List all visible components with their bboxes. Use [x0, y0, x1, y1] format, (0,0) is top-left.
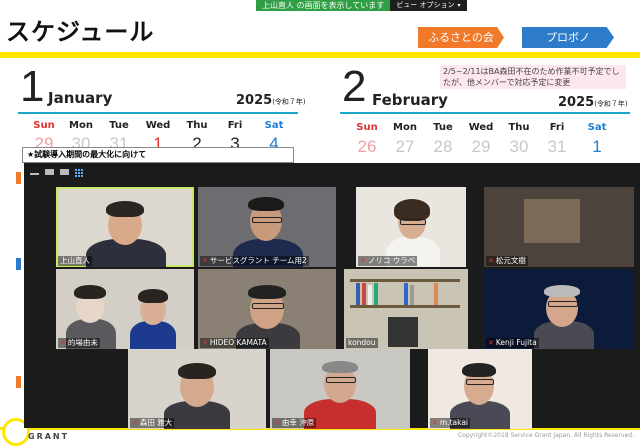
participant-name: 上山直人: [58, 256, 92, 266]
participant-name: ✕ ノリコ ウラベ: [358, 256, 418, 266]
dow-tue: Tue: [433, 122, 453, 133]
video-tile[interactable]: ✕ 的場由未: [56, 269, 194, 349]
participant-name: ✕ 的場由未: [58, 338, 100, 348]
calendar-day: 29: [471, 137, 491, 156]
dow-mon: Mon: [393, 122, 417, 133]
dow-wed: Wed: [468, 122, 494, 133]
calendar-day: 28: [433, 137, 453, 156]
screen-share-bar: 上山直人 の画面を表示しています ビュー オプション ▾: [256, 0, 467, 11]
mic-muted-icon: ✕: [132, 419, 138, 427]
calendar-day: 27: [395, 137, 415, 156]
dow-sat: Sat: [264, 120, 284, 131]
calendar-jan-year: 2025(令和７年): [236, 93, 306, 108]
mic-muted-icon: ✕: [274, 419, 280, 427]
participant-name: ✕ 由幸 沖原: [272, 418, 317, 428]
participant-name: kondou: [346, 338, 378, 348]
calendar-day: 30: [509, 137, 529, 156]
trial-period-heading: ★試験導入期間の最大化に向けて: [22, 147, 294, 163]
calendar-jan-month: January: [48, 89, 113, 107]
view-mode-toolbar: [30, 169, 84, 178]
schedule-notice: 2/5~2/11はBA森田不在のため作業不可予定でしたが、他メンバーで対応予定に…: [440, 65, 626, 89]
badge-furusato: ふるさとの会: [418, 27, 504, 48]
dow-sat: Sat: [587, 122, 607, 133]
video-tile[interactable]: ✕ HIDEO KAMATA: [198, 269, 336, 349]
mic-muted-icon: ✕: [488, 257, 494, 265]
video-gallery: 上山直人 ✕ サービスグラント チーム用2 ✕ ノリコ ウラベ ✕ 松元文樹 ✕ 的場由…: [24, 163, 640, 429]
calendar-day: 26: [357, 137, 377, 156]
mic-muted-icon: ✕: [202, 257, 208, 265]
calendar-feb-month: February: [372, 91, 448, 109]
video-tile[interactable]: kondou: [344, 269, 468, 349]
participant-name: ✕ m.takai: [430, 418, 470, 428]
speaker-view-icon[interactable]: [60, 169, 69, 175]
calendar-feb-rule: [340, 112, 630, 114]
participant-name: ✕ HIDEO KAMATA: [200, 338, 269, 348]
dow-sun: Sun: [33, 120, 55, 131]
chevron-down-icon: ▾: [457, 2, 461, 9]
calendar-feb-year: 2025(令和７年): [558, 95, 628, 110]
gantt-marker: [16, 376, 21, 388]
dow-tue: Tue: [109, 120, 129, 131]
participant-name: ✕ サービスグラント チーム用2: [200, 256, 309, 266]
slide-title: スケジュール: [6, 18, 155, 46]
calendar-jan-number: 1: [20, 62, 45, 111]
mic-muted-icon: ✕: [488, 339, 494, 347]
video-tile[interactable]: ✕ 松元文樹: [484, 187, 634, 267]
mic-muted-icon: ✕: [360, 257, 366, 265]
video-tile[interactable]: ✕ 森田 雅大: [128, 349, 266, 429]
video-tile[interactable]: ✕ Kenji Fujita: [484, 269, 634, 349]
dow-sun: Sun: [356, 122, 378, 133]
video-tile[interactable]: ✕ m.takai: [428, 349, 532, 429]
video-tile[interactable]: ✕ 由幸 沖原: [270, 349, 410, 429]
video-tile[interactable]: ✕ サービスグラント チーム用2: [198, 187, 336, 267]
mic-muted-icon: ✕: [202, 339, 208, 347]
video-tile[interactable]: 上山直人: [56, 187, 194, 267]
thumbnail-view-icon[interactable]: [45, 169, 54, 175]
dow-thu: Thu: [508, 122, 530, 133]
calendar-day: 31: [547, 137, 567, 156]
video-tile[interactable]: ✕ ノリコ ウラベ: [356, 187, 466, 267]
view-options-button[interactable]: ビュー オプション ▾: [390, 0, 467, 11]
dow-thu: Thu: [186, 120, 208, 131]
mic-muted-icon: ✕: [60, 339, 66, 347]
dow-wed: Wed: [145, 120, 171, 131]
share-status-label: 上山直人 の画面を表示しています: [256, 0, 391, 11]
calendar-jan-rule: [18, 112, 298, 114]
mic-muted-icon: ✕: [432, 419, 438, 427]
minimize-view-icon[interactable]: [30, 173, 39, 175]
participant-name: ✕ 森田 雅大: [130, 418, 175, 428]
gallery-view-icon[interactable]: [75, 169, 84, 178]
copyright-text: Copyright©2019 Service Grant Japan. All …: [458, 432, 634, 439]
participant-name: ✕ Kenji Fujita: [486, 338, 539, 348]
dow-fri: Fri: [227, 120, 243, 131]
gantt-marker: [16, 258, 21, 270]
slide-footer: GRANT Copyright©2019 Service Grant Japan…: [0, 418, 640, 446]
calendar-day: 1: [592, 137, 602, 156]
gantt-marker: [16, 172, 21, 184]
badge-probono: プロボノ: [522, 27, 614, 48]
participant-name: ✕ 松元文樹: [486, 256, 528, 266]
header-divider: [0, 52, 640, 58]
dow-mon: Mon: [69, 120, 93, 131]
calendar-feb-number: 2: [342, 62, 367, 111]
dow-fri: Fri: [549, 122, 565, 133]
view-options-label: ビュー オプション: [396, 1, 455, 9]
